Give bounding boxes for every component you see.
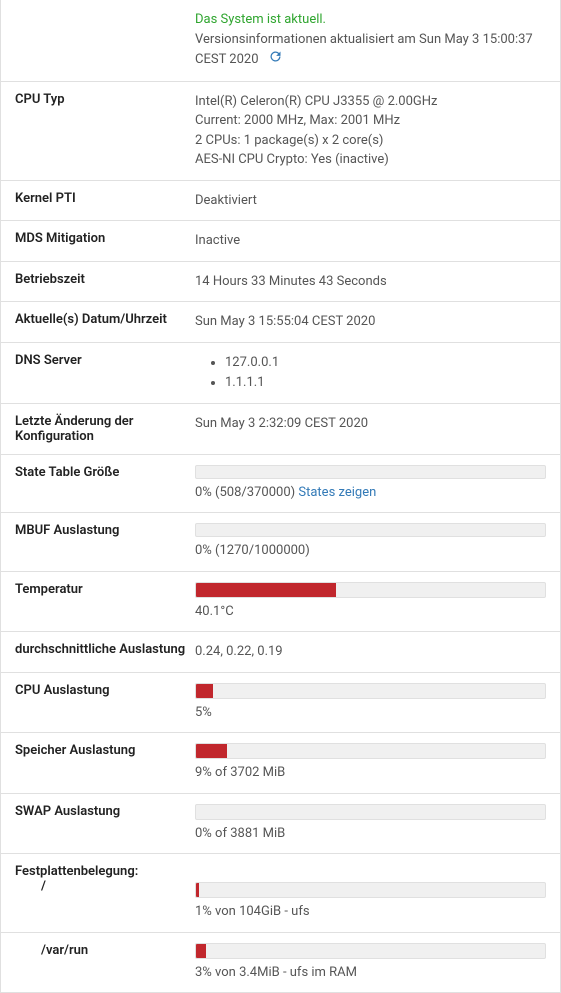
dns-item: 127.0.0.1 [225,353,546,373]
mds-row: MDS Mitigation Inactive [1,220,560,261]
load-row: durchschnittliche Auslastung 0.24, 0.22,… [1,631,560,672]
last-config-label: Letzte Änderung der Konfiguration [15,414,195,444]
temp-bar [195,582,546,598]
swap-bar [195,804,546,820]
dns-row: DNS Server 127.0.0.1 1.1.1.1 [1,342,560,403]
disk-varrun-label: /var/run [15,943,88,958]
cpu-type-label: CPU Typ [15,92,195,170]
cpu-type-line2: Current: 2000 MHz, Max: 2001 MHz [195,113,400,128]
disk-varrun-bar [195,943,546,959]
refresh-icon[interactable] [268,49,283,71]
kernel-pti-row: Kernel PTI Deaktiviert [1,180,560,221]
uptime-row: Betriebszeit 14 Hours 33 Minutes 43 Seco… [1,261,560,302]
cpu-usage-bar [195,683,546,699]
mem-label: Speicher Auslastung [15,743,195,783]
disk-root-bar [195,882,546,898]
swap-row: SWAP Auslastung 0% of 3881 MiB [1,793,560,854]
mem-row: Speicher Auslastung 9% of 3702 MiB [1,732,560,793]
mbuf-row: MBUF Auslastung 0% (1270/1000000) [1,512,560,571]
cpu-usage-row: CPU Auslastung 5% [1,672,560,733]
mem-text: 9% of 3702 MiB [195,765,285,780]
system-status-row: Das System ist aktuell. Versionsinformat… [1,0,560,81]
cpu-type-line1: Intel(R) Celeron(R) CPU J3355 @ 2.00GHz [195,94,438,109]
disk-root-label: / [15,879,46,894]
disk-root-row: Festplattenbelegung: / 1% von 104GiB - u… [1,853,560,932]
last-config-value: Sun May 3 2:32:09 CEST 2020 [195,414,546,444]
kernel-pti-label: Kernel PTI [15,191,195,211]
states-show-link[interactable]: States zeigen [298,485,376,500]
cpu-type-row: CPU Typ Intel(R) Celeron(R) CPU J3355 @ … [1,81,560,180]
disk-varrun-text: 3% von 3.4MiB - ufs im RAM [195,965,357,980]
dns-label: DNS Server [15,353,195,393]
datetime-label: Aktuelle(s) Datum/Uhrzeit [15,312,195,332]
temp-row: Temperatur 40.1°C [1,571,560,632]
load-label: durchschnittliche Auslastung [15,642,195,662]
load-value: 0.24, 0.22, 0.19 [195,642,546,662]
mbuf-text: 0% (1270/1000000) [195,543,310,558]
mds-value: Inactive [195,231,546,251]
mem-bar [195,743,546,759]
disk-varrun-row: /var/run 3% von 3.4MiB - ufs im RAM [1,932,560,993]
dns-item: 1.1.1.1 [225,373,546,393]
swap-text: 0% of 3881 MiB [195,826,285,841]
mbuf-bar [195,523,546,537]
uptime-label: Betriebszeit [15,272,195,292]
temp-text: 40.1°C [195,604,234,619]
disk-label: Festplattenbelegung: [15,864,138,879]
status-ok: Das System ist aktuell. [195,12,326,27]
cpu-usage-text: 5% [195,705,212,720]
cpu-usage-label: CPU Auslastung [15,683,195,723]
state-table-label: State Table Größe [15,465,195,503]
kernel-pti-value: Deaktiviert [195,191,546,211]
cpu-type-line3: 2 CPUs: 1 package(s) x 2 core(s) [195,133,383,148]
state-table-bar [195,465,546,479]
cpu-type-line4: AES-NI CPU Crypto: Yes (inactive) [195,152,389,167]
mbuf-label: MBUF Auslastung [15,523,195,561]
state-table-text: 0% (508/370000) [195,485,298,500]
state-table-row: State Table Größe 0% (508/370000) States… [1,454,560,513]
uptime-value: 14 Hours 33 Minutes 43 Seconds [195,272,546,292]
last-config-row: Letzte Änderung der Konfiguration Sun Ma… [1,403,560,454]
mds-label: MDS Mitigation [15,231,195,251]
datetime-value: Sun May 3 15:55:04 CEST 2020 [195,312,546,332]
swap-label: SWAP Auslastung [15,804,195,844]
datetime-row: Aktuelle(s) Datum/Uhrzeit Sun May 3 15:5… [1,301,560,342]
disk-root-text: 1% von 104GiB - ufs [195,904,310,919]
version-info: Versionsinformationen aktualisiert am Su… [195,32,533,68]
temp-label: Temperatur [15,582,195,622]
dns-list: 127.0.0.1 1.1.1.1 [195,353,546,393]
